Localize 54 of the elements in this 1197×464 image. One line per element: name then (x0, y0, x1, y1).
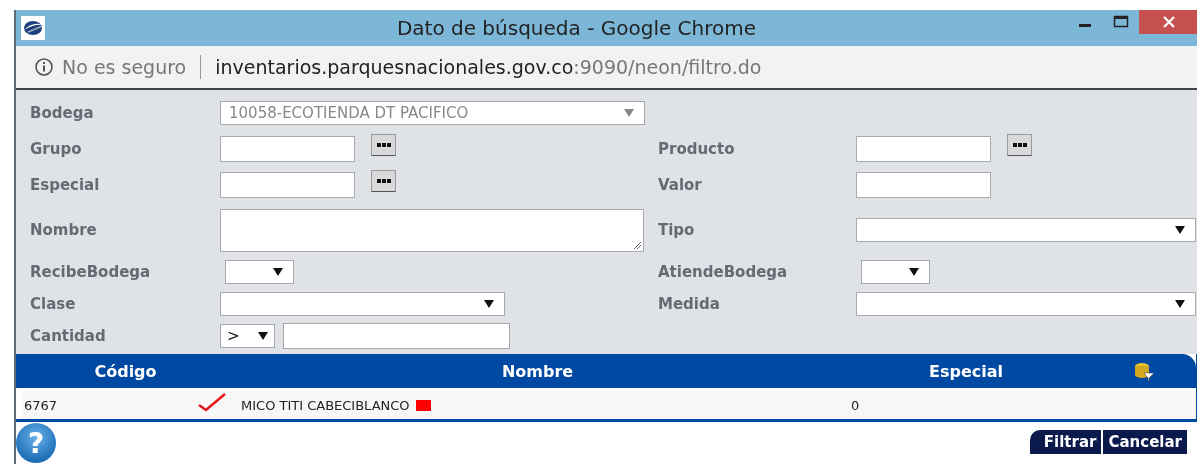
input-field[interactable] (856, 172, 991, 198)
dropdown-caret-icon (1175, 300, 1185, 308)
input-field[interactable] (220, 136, 355, 162)
column-header[interactable]: Nombre (501, 361, 574, 381)
input-field[interactable] (283, 323, 510, 349)
action-button[interactable]: Cancelar (1103, 430, 1187, 454)
ellipsis-icon (376, 143, 391, 147)
database-filter-icon (1133, 361, 1155, 381)
dropdown-caret-icon (909, 268, 919, 276)
dropdown-caret-icon (1175, 226, 1185, 234)
table-cell: MICO TITI CABECIBLANCO (241, 397, 410, 413)
ellipsis-icon (376, 179, 391, 183)
field-label: Grupo (30, 140, 83, 158)
field-label: Clase (30, 295, 77, 313)
window-title: Dato de búsqueda - Google Chrome (395, 16, 758, 40)
url-text[interactable]: inventarios.parquesnacionales.gov.co:9090/neon/filtro.do (215, 56, 762, 78)
operator-dropdown[interactable]: > (220, 324, 275, 348)
maximize-icon (1113, 15, 1129, 29)
field-label: Valor (658, 176, 703, 194)
dropdown-caret-icon (258, 332, 268, 340)
field-label: Medida (658, 295, 721, 313)
table-row[interactable]: 6767 MICO TITI CABECIBLANCO 0 (22, 391, 1196, 419)
info-icon (34, 57, 54, 77)
dropdown-caret-icon (273, 268, 283, 276)
field-label: Bodega (30, 104, 95, 122)
security-label: No es seguro (62, 56, 187, 78)
dropdown-caret-icon (624, 109, 634, 117)
field-label: Nombre (30, 221, 98, 239)
resize-handle-icon (632, 239, 642, 250)
lookup-button[interactable] (371, 134, 396, 156)
column-header[interactable]: Especial (929, 361, 1003, 381)
close-icon (1162, 15, 1176, 29)
text-area[interactable] (220, 208, 644, 252)
dropdown[interactable] (225, 260, 294, 284)
minimize-icon (1079, 23, 1091, 27)
table-cell: 0 (851, 397, 860, 413)
close-button[interactable] (1139, 10, 1197, 34)
field-label: Producto (658, 140, 736, 158)
action-button[interactable]: Filtrar (1029, 430, 1102, 454)
dropdown[interactable] (861, 260, 930, 284)
field-label: AtiendeBodega (658, 263, 789, 281)
input-field[interactable] (856, 136, 991, 162)
input-field[interactable] (220, 172, 355, 198)
app-logo-icon (20, 15, 46, 41)
dropdown-caret-icon (484, 300, 494, 308)
field-label: RecibeBodega (30, 263, 152, 281)
field-label: Tipo (658, 221, 696, 239)
table-cell: 6767 (24, 397, 58, 413)
field-label: Especial (30, 176, 101, 194)
lookup-button[interactable] (1007, 134, 1032, 156)
field-label: Cantidad (30, 327, 107, 345)
column-header[interactable]: Código (94, 361, 157, 381)
ellipsis-icon (1012, 143, 1027, 147)
lookup-button[interactable] (371, 170, 396, 192)
